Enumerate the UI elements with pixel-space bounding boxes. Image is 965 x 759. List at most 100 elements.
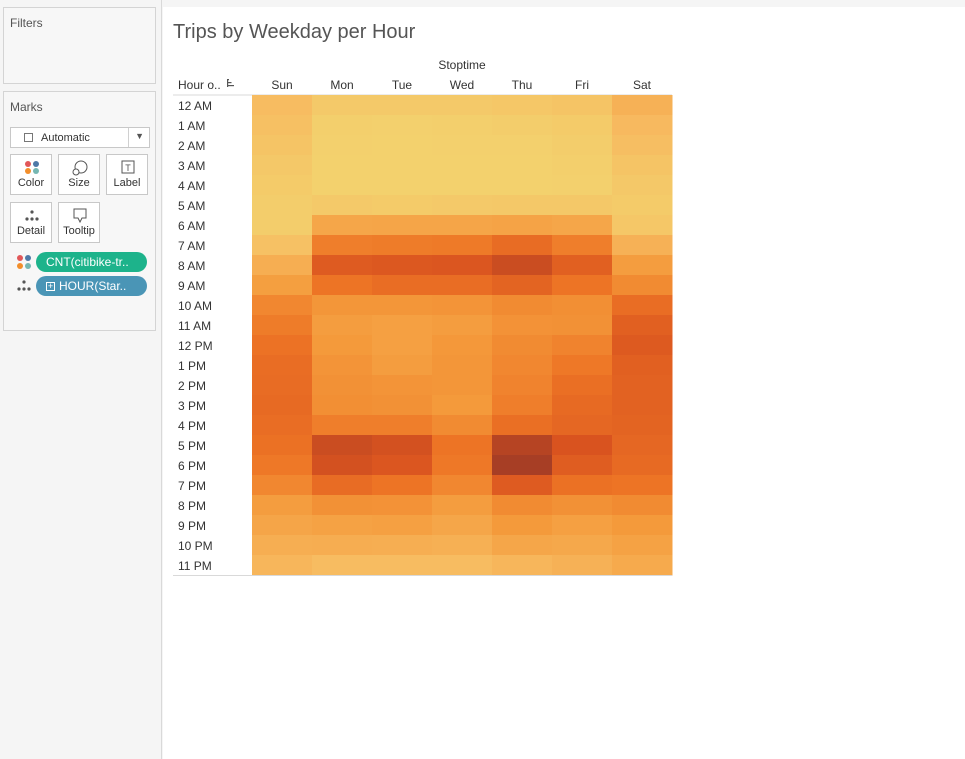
heatmap-cell[interactable] xyxy=(612,195,673,216)
heatmap-cell[interactable] xyxy=(492,255,553,276)
heatmap-cell[interactable] xyxy=(432,515,493,536)
heatmap-cell[interactable] xyxy=(312,475,373,496)
heatmap-cell[interactable] xyxy=(552,435,613,456)
heatmap-cell[interactable] xyxy=(492,355,553,376)
heatmap-cell[interactable] xyxy=(432,435,493,456)
heatmap-cell[interactable] xyxy=(552,215,613,236)
size-button[interactable]: Size xyxy=(58,154,100,195)
heatmap-cell[interactable] xyxy=(552,115,613,136)
heatmap-cell[interactable] xyxy=(552,515,613,536)
heatmap-cell[interactable] xyxy=(492,435,553,456)
heatmap-cell[interactable] xyxy=(252,235,313,256)
heatmap-cell[interactable] xyxy=(612,435,673,456)
heatmap-cell[interactable] xyxy=(312,195,373,216)
heatmap-cell[interactable] xyxy=(252,135,313,156)
heatmap-cell[interactable] xyxy=(312,135,373,156)
detail-field-pill[interactable]: + HOUR(Star.. xyxy=(36,276,147,296)
heatmap-cell[interactable] xyxy=(372,275,433,296)
heatmap-cell[interactable] xyxy=(312,355,373,376)
heatmap-chart[interactable]: Stoptime Hour o.. Sun Mon Tue Wed Thu Fri Sat 12 … xyxy=(163,7,965,759)
heatmap-cell[interactable] xyxy=(372,175,433,196)
heatmap-cell[interactable] xyxy=(372,135,433,156)
heatmap-cell[interactable] xyxy=(252,295,313,316)
heatmap-cell[interactable] xyxy=(492,555,553,576)
heatmap-cell[interactable] xyxy=(252,255,313,276)
heatmap-cell[interactable] xyxy=(492,535,553,556)
heatmap-cell[interactable] xyxy=(372,455,433,476)
tooltip-button[interactable]: Tooltip xyxy=(58,202,100,243)
heatmap-cell[interactable] xyxy=(492,155,553,176)
heatmap-cell[interactable] xyxy=(312,155,373,176)
heatmap-cell[interactable] xyxy=(492,375,553,396)
heatmap-cell[interactable] xyxy=(252,215,313,236)
heatmap-cell[interactable] xyxy=(372,315,433,336)
heatmap-cell[interactable] xyxy=(312,455,373,476)
heatmap-cell[interactable] xyxy=(432,355,493,376)
heatmap-cell[interactable] xyxy=(552,475,613,496)
heatmap-cell[interactable] xyxy=(492,275,553,296)
heatmap-cell[interactable] xyxy=(492,115,553,136)
heatmap-cell[interactable] xyxy=(612,535,673,556)
heatmap-cell[interactable] xyxy=(552,195,613,216)
heatmap-cell[interactable] xyxy=(492,195,553,216)
heatmap-cell[interactable] xyxy=(312,215,373,236)
sort-icon[interactable] xyxy=(227,79,229,87)
heatmap-cell[interactable] xyxy=(612,475,673,496)
heatmap-cell[interactable] xyxy=(312,175,373,196)
heatmap-cell[interactable] xyxy=(252,375,313,396)
heatmap-cell[interactable] xyxy=(432,475,493,496)
heatmap-cell[interactable] xyxy=(552,535,613,556)
heatmap-cell[interactable] xyxy=(372,355,433,376)
heatmap-cell[interactable] xyxy=(612,555,673,576)
heatmap-cell[interactable] xyxy=(432,95,493,116)
heatmap-cell[interactable] xyxy=(252,115,313,136)
heatmap-cell[interactable] xyxy=(312,535,373,556)
color-button[interactable]: Color xyxy=(10,154,52,195)
heatmap-cell[interactable] xyxy=(552,375,613,396)
heatmap-cell[interactable] xyxy=(612,335,673,356)
heatmap-cell[interactable] xyxy=(432,175,493,196)
heatmap-cell[interactable] xyxy=(612,275,673,296)
heatmap-cell[interactable] xyxy=(372,395,433,416)
heatmap-cell[interactable] xyxy=(432,155,493,176)
color-field-pill[interactable]: CNT(citibike-tr.. xyxy=(36,252,147,272)
heatmap-cell[interactable] xyxy=(492,395,553,416)
heatmap-cell[interactable] xyxy=(252,515,313,536)
heatmap-cell[interactable] xyxy=(612,215,673,236)
heatmap-cell[interactable] xyxy=(612,515,673,536)
heatmap-cell[interactable] xyxy=(552,355,613,376)
filters-shelf[interactable]: Filters xyxy=(3,7,156,84)
heatmap-cell[interactable] xyxy=(312,315,373,336)
heatmap-cell[interactable] xyxy=(552,495,613,516)
detail-button[interactable]: Detail xyxy=(10,202,52,243)
heatmap-cell[interactable] xyxy=(312,235,373,256)
heatmap-cell[interactable] xyxy=(252,195,313,216)
heatmap-cell[interactable] xyxy=(612,495,673,516)
heatmap-cell[interactable] xyxy=(492,475,553,496)
heatmap-cell[interactable] xyxy=(432,295,493,316)
heatmap-cell[interactable] xyxy=(372,155,433,176)
heatmap-cell[interactable] xyxy=(372,255,433,276)
heatmap-cell[interactable] xyxy=(432,255,493,276)
heatmap-cell[interactable] xyxy=(552,135,613,156)
heatmap-cell[interactable] xyxy=(492,455,553,476)
heatmap-cell[interactable] xyxy=(492,495,553,516)
heatmap-cell[interactable] xyxy=(372,195,433,216)
heatmap-cell[interactable] xyxy=(552,235,613,256)
heatmap-cell[interactable] xyxy=(432,195,493,216)
heatmap-cell[interactable] xyxy=(552,295,613,316)
heatmap-cell[interactable] xyxy=(612,95,673,116)
heatmap-cell[interactable] xyxy=(432,375,493,396)
heatmap-cell[interactable] xyxy=(372,515,433,536)
heatmap-cell[interactable] xyxy=(312,275,373,296)
heatmap-cell[interactable] xyxy=(492,135,553,156)
heatmap-cell[interactable] xyxy=(492,415,553,436)
heatmap-cell[interactable] xyxy=(372,115,433,136)
heatmap-cell[interactable] xyxy=(612,115,673,136)
heatmap-cell[interactable] xyxy=(372,95,433,116)
heatmap-cell[interactable] xyxy=(372,335,433,356)
heatmap-cell[interactable] xyxy=(612,255,673,276)
heatmap-cell[interactable] xyxy=(252,395,313,416)
heatmap-cell[interactable] xyxy=(612,355,673,376)
heatmap-cell[interactable] xyxy=(492,335,553,356)
